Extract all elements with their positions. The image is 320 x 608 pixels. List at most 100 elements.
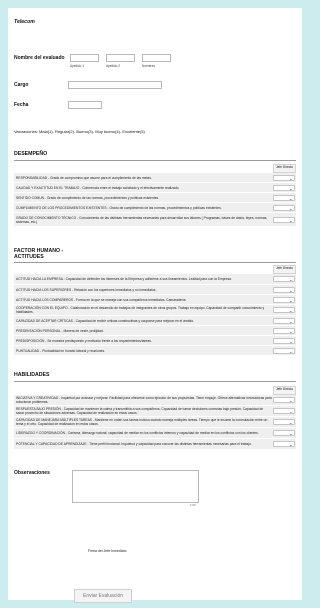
apellido1-input[interactable] — [70, 54, 99, 62]
company-title: Telecom — [14, 19, 35, 25]
rating-select[interactable]: ⌄ — [273, 419, 295, 425]
submit-button[interactable]: Enviar Evaluación — [74, 589, 132, 603]
criteria-text: COOPERACIÓN CON EL EQUIPO - Colaboración… — [16, 306, 265, 314]
rating-select[interactable]: ⌄ — [273, 408, 295, 414]
chevron-down-icon: ⌄ — [289, 185, 293, 191]
chevron-down-icon: ⌄ — [289, 217, 293, 223]
criteria-text: PREDISPOSICIÓN - Se muestra predispuesto… — [16, 338, 152, 343]
criteria-text: CAPACIDAD DE ACEPTAR CRÍTICAS - Capacida… — [16, 318, 194, 323]
criteria-row: RESPUESTA BAJO PRESIÓN - Capacidad de ma… — [14, 406, 296, 417]
criteria-row: INICIATIVA Y CREATIVIDAD - Inquietud por… — [14, 395, 296, 406]
signature-caption: Firma del Jefe Inmediato — [88, 549, 127, 553]
apellido2-input[interactable] — [106, 54, 135, 62]
rating-select[interactable]: ⌄ — [273, 184, 295, 191]
chevron-down-icon: ⌄ — [289, 277, 293, 283]
rating-select[interactable]: ⌄ — [273, 216, 295, 223]
criteria-text: ACTITUD HACIA LA EMPRESA - Capacidad de … — [16, 277, 232, 281]
rating-select[interactable]: ⌄ — [273, 204, 295, 211]
rating-select[interactable]: ⌄ — [273, 430, 295, 436]
chevron-down-icon: ⌄ — [289, 195, 293, 201]
chevron-down-icon: ⌄ — [289, 409, 293, 415]
rating-select[interactable]: ⌄ — [273, 194, 295, 201]
criteria-text: LIDERAZGO Y COORDINACIÓN - Carisma, lide… — [16, 431, 259, 435]
rating-select[interactable]: ⌄ — [273, 307, 295, 313]
valoraciones-text: Valoraciones: Mala(1)- Regular(2)- Bueno… — [14, 129, 145, 134]
criteria-row: GRADO DE CONOCIMIENTO TÉCNICO - Conocimi… — [14, 213, 296, 227]
factor-divider — [14, 262, 296, 263]
observaciones-textarea[interactable]: 1000 — [72, 470, 199, 507]
criteria-row: CUMPLIMIENTO DE LOS PROCEDIMIENTOS EXIST… — [14, 203, 296, 213]
habilidades-divider — [14, 381, 296, 382]
character-counter: 1000 — [189, 502, 196, 507]
chevron-down-icon: ⌄ — [289, 318, 293, 324]
chevron-down-icon: ⌄ — [289, 338, 293, 344]
criteria-text: SENTIDO COMUN - Grado de cumplimiento de… — [16, 195, 160, 200]
criteria-text: RESPONSABILIDAD - Grado de compromiso qu… — [16, 175, 152, 180]
criteria-row: ACTITUD HACIA LOS SUPERIORES - Relación … — [14, 285, 296, 295]
cargo-input[interactable] — [68, 81, 162, 89]
chevron-down-icon: ⌄ — [289, 297, 293, 303]
habilidades-title: HABILIDADES — [14, 372, 50, 378]
criteria-text: CAPACIDAD DE MANEJARA MÚLTIPLES TAREAS -… — [16, 418, 268, 426]
rating-select[interactable]: ⌄ — [273, 327, 295, 334]
criteria-row: ACTITUD HACIA LOS COMPAÑEROS - Forma en … — [14, 295, 296, 305]
rating-select[interactable]: ⌄ — [273, 276, 295, 282]
desempeno-title: DESEMPEÑO — [14, 151, 48, 157]
criteria-row: CALIDAD Y EXACTITUD EN EL TRABAJO - Cohe… — [14, 183, 296, 193]
factor-title: FACTOR HUMANO - ACTITUDES — [14, 248, 64, 260]
nombres-sublabel: Nombres — [142, 64, 155, 68]
criteria-row: LIDERAZGO Y COORDINACIÓN - Carisma, lide… — [14, 428, 296, 439]
desempeno-divider — [14, 160, 296, 161]
evaluado-label: Nombre del evaluado — [14, 55, 65, 61]
rating-select[interactable]: ⌄ — [273, 317, 295, 324]
chevron-down-icon: ⌄ — [289, 308, 293, 314]
criteria-text: PRESENTACIÓN PERSONAL - Manera de vestir… — [16, 328, 104, 333]
criteria-row: SENTIDO COMUN - Grado de cumplimiento de… — [14, 193, 296, 203]
criteria-text: POTENCIAL Y CAPACIDAD DE APRENDIZAJE - T… — [16, 442, 252, 446]
criteria-text: CALIDAD Y EXACTITUD EN EL TRABAJO - Cohe… — [16, 185, 180, 190]
apellido1-sublabel: Apellido 1 — [70, 64, 84, 68]
rating-select[interactable]: ⌄ — [273, 347, 295, 354]
criteria-text: INICIATIVA Y CREATIVIDAD - Inquietud por… — [16, 396, 272, 404]
signature-pad[interactable] — [71, 516, 199, 546]
fecha-label: Fecha — [14, 102, 29, 108]
chevron-down-icon: ⌄ — [289, 442, 293, 448]
criteria-text: CUMPLIMIENTO DE LOS PROCEDIMIENTOS EXIST… — [16, 205, 222, 210]
criteria-text: GRADO DE CONOCIMIENTO TÉCNICO - Conocimi… — [16, 215, 268, 224]
chevron-down-icon: ⌄ — [289, 348, 293, 354]
criteria-text: ACTITUD HACIA LOS SUPERIORES - Relación … — [16, 287, 157, 292]
apellido2-sublabel: Apellido 2 — [106, 64, 120, 68]
chevron-down-icon: ⌄ — [289, 398, 293, 404]
criteria-row: POTENCIAL Y CAPACIDAD DE APRENDIZAJE - T… — [14, 439, 296, 450]
rating-select[interactable]: ⌄ — [273, 397, 295, 403]
criteria-row: ACTITUD HACIA LA EMPRESA - Capacidad de … — [14, 274, 296, 285]
criteria-text: PUNTUALIDAD - Puntualidad en horario lab… — [16, 348, 106, 353]
criteria-text: RESPUESTA BAJO PRESIÓN - Capacidad de ma… — [16, 407, 264, 415]
observaciones-label: Observaciones — [14, 470, 50, 476]
evaluation-form: Telecom Nombre del evaluado Apellido 1 A… — [8, 8, 302, 603]
rating-select[interactable]: ⌄ — [273, 296, 295, 303]
criteria-text: ACTITUD HACIA LOS COMPAÑEROS - Forma en … — [16, 297, 187, 302]
chevron-down-icon: ⌄ — [289, 175, 293, 181]
criteria-row: PRESENTACIÓN PERSONAL - Manera de vestir… — [14, 326, 296, 336]
chevron-down-icon: ⌄ — [289, 287, 293, 293]
desempeno-column-header: Jefe Directo — [273, 164, 296, 173]
rating-select[interactable]: ⌄ — [273, 337, 295, 344]
criteria-row: CAPACIDAD DE ACEPTAR CRÍTICAS - Capacida… — [14, 316, 296, 326]
criteria-row: COOPERACIÓN CON EL EQUIPO - Colaboración… — [14, 305, 296, 316]
rating-select[interactable]: ⌄ — [273, 286, 295, 293]
rating-select[interactable]: ⌄ — [273, 174, 295, 181]
criteria-row: RESPONSABILIDAD - Grado de compromiso qu… — [14, 173, 296, 183]
chevron-down-icon: ⌄ — [289, 328, 293, 334]
chevron-down-icon: ⌄ — [289, 205, 293, 211]
factor-column-header: Jefe Directo — [273, 265, 296, 274]
criteria-row: PUNTUALIDAD - Puntualidad en horario lab… — [14, 346, 296, 356]
fecha-input[interactable] — [68, 101, 102, 109]
chevron-down-icon: ⌄ — [289, 431, 293, 437]
criteria-row: CAPACIDAD DE MANEJARA MÚLTIPLES TAREAS -… — [14, 417, 296, 428]
habilidades-column-header: Jefe Directo — [273, 386, 296, 395]
rating-select[interactable]: ⌄ — [273, 441, 295, 447]
chevron-down-icon: ⌄ — [289, 420, 293, 426]
criteria-row: PREDISPOSICIÓN - Se muestra predispuesto… — [14, 336, 296, 346]
nombres-input[interactable] — [142, 54, 171, 62]
